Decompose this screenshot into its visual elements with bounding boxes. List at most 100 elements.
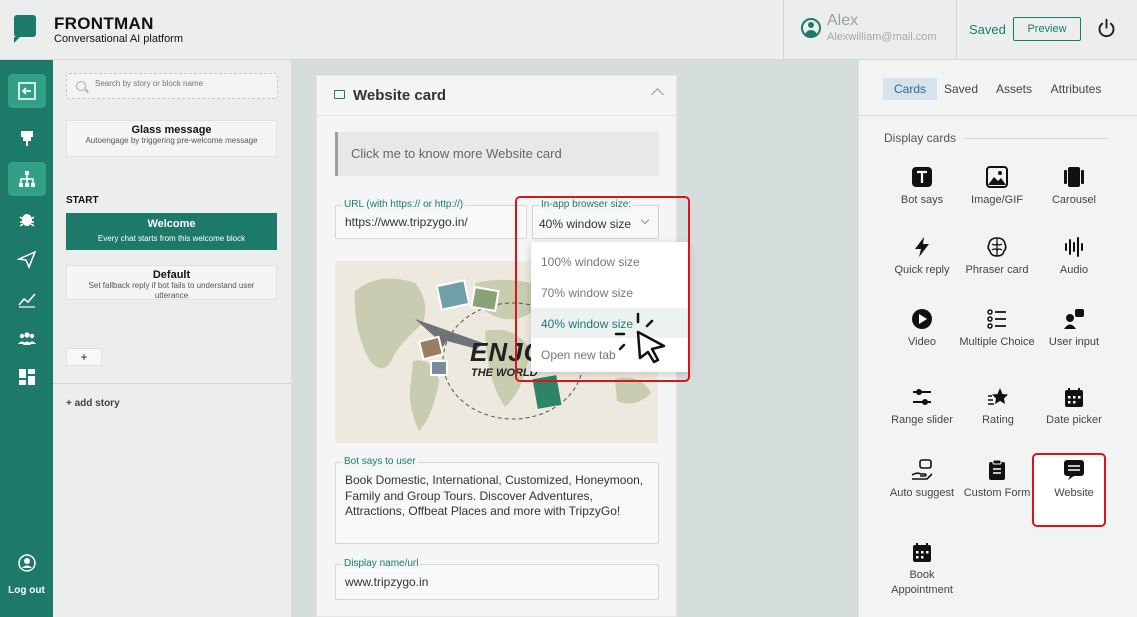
- users-icon[interactable]: [8, 322, 46, 356]
- divider: [963, 138, 1109, 139]
- url-field[interactable]: URL (with https:// or http://) https://w…: [335, 199, 527, 239]
- card-carousel[interactable]: Carousel: [1036, 166, 1112, 208]
- brand-tagline: Conversational AI platform: [54, 33, 184, 45]
- display-name-value: www.tripzygo.in: [345, 575, 429, 589]
- dropdown-option[interactable]: 70% window size: [531, 277, 689, 307]
- chat-icon: [334, 90, 345, 99]
- card-header: Website card: [317, 76, 676, 116]
- story-search[interactable]: [66, 73, 278, 99]
- hand-icon: [911, 459, 933, 480]
- star-icon: [988, 388, 1008, 405]
- tab-attributes[interactable]: Attributes: [1046, 78, 1106, 100]
- preview-button[interactable]: Preview: [1013, 17, 1081, 41]
- card-bot-says[interactable]: Bot says: [884, 166, 960, 208]
- play-icon: [912, 309, 932, 329]
- user-name: Alex: [827, 12, 859, 29]
- card-label: Bot says: [900, 194, 944, 206]
- tabs-bar: Cards Saved Assets Attributes: [859, 60, 1137, 116]
- image-icon: [986, 166, 1008, 188]
- tab-saved[interactable]: Saved: [941, 78, 981, 100]
- dashboard-icon[interactable]: [8, 360, 46, 394]
- appointment-icon: [913, 543, 931, 562]
- card-label: Website: [1054, 487, 1094, 499]
- divider: [956, 0, 957, 59]
- card-phraser[interactable]: Phraser card: [959, 236, 1035, 278]
- add-block-button[interactable]: +: [66, 348, 102, 366]
- card-quick-reply[interactable]: Quick reply: [884, 236, 960, 278]
- tab-assets[interactable]: Assets: [992, 78, 1036, 100]
- section-label: Display cards: [884, 131, 957, 145]
- hierarchy-icon[interactable]: [8, 162, 46, 196]
- glass-message-block[interactable]: Glass message Autoengage by triggering p…: [66, 120, 277, 157]
- chevron-up-icon[interactable]: [651, 88, 664, 101]
- click-cursor-icon: [614, 312, 666, 364]
- card-multiple-choice[interactable]: Multiple Choice: [959, 308, 1035, 350]
- send-icon[interactable]: [8, 242, 46, 276]
- card-audio[interactable]: Audio: [1036, 236, 1112, 278]
- start-label: START: [66, 195, 99, 206]
- user-avatar-icon[interactable]: [801, 18, 821, 38]
- card-label: Book Appointment: [891, 569, 953, 596]
- block-subtitle: Autoengage by triggering pre-welcome mes…: [85, 136, 258, 145]
- card-label: Quick reply: [894, 264, 950, 276]
- card-date-picker[interactable]: Date picker: [1036, 386, 1112, 428]
- card-video[interactable]: Video: [884, 308, 960, 350]
- card-rating[interactable]: Rating: [960, 386, 1036, 428]
- lightning-icon: [915, 237, 929, 257]
- website-icon: [1064, 460, 1084, 480]
- card-label: Auto suggest: [889, 487, 955, 499]
- card-label: Custom Form: [963, 487, 1031, 499]
- form-icon: [989, 459, 1005, 480]
- text-icon: [912, 167, 932, 187]
- card-user-input[interactable]: User input: [1036, 308, 1112, 350]
- card-auto-suggest[interactable]: Auto suggest: [884, 459, 960, 501]
- card-label: Audio: [1059, 264, 1089, 276]
- left-rail: Log out: [0, 60, 53, 617]
- card-custom-form[interactable]: Custom Form: [959, 459, 1035, 501]
- brain-icon: [987, 237, 1007, 257]
- save-status: Saved: [969, 22, 1006, 37]
- bug-icon[interactable]: [8, 202, 46, 236]
- dropdown-option[interactable]: 100% window size: [531, 246, 689, 276]
- card-label: Rating: [982, 414, 1014, 426]
- add-story-link[interactable]: + add story: [66, 398, 120, 409]
- bot-says-field[interactable]: Bot says to user Book Domestic, Internat…: [335, 456, 659, 544]
- pin-icon[interactable]: [8, 121, 46, 155]
- card-title: Website card: [353, 87, 447, 104]
- welcome-block[interactable]: Welcome Every chat starts from this welc…: [66, 213, 277, 250]
- block-title: Welcome: [147, 218, 196, 230]
- collapse-icon[interactable]: [8, 74, 46, 108]
- carousel-icon: [1064, 167, 1084, 187]
- card-label: Image/GIF: [971, 194, 1023, 206]
- card-range-slider[interactable]: Range slider: [884, 386, 960, 428]
- block-title: Glass message: [131, 124, 212, 136]
- logout-label[interactable]: Log out: [0, 585, 53, 596]
- story-search-input[interactable]: [95, 79, 275, 88]
- card-book-appointment[interactable]: Book Appointment: [884, 541, 960, 598]
- block-title: Default: [152, 269, 191, 281]
- card-website[interactable]: Website: [1036, 459, 1112, 501]
- default-block[interactable]: Default Set fallback reply if bot fails …: [66, 265, 277, 300]
- user-input-icon: [1064, 309, 1084, 329]
- card-label: Date picker: [1046, 414, 1102, 426]
- story-panel: Glass message Autoengage by triggering p…: [53, 60, 292, 617]
- card-label: Carousel: [1051, 194, 1097, 206]
- card-message-field[interactable]: Click me to know more Website card: [335, 132, 659, 176]
- image-caption-world: THE WORLD: [471, 367, 538, 379]
- display-name-legend: Display name/url: [342, 558, 421, 569]
- analytics-icon[interactable]: [8, 282, 46, 316]
- top-bar: FRONTMAN Conversational AI platform Alex…: [0, 0, 1137, 60]
- card-label: User input: [1048, 336, 1100, 348]
- card-label: Range slider: [891, 414, 953, 426]
- divider: [53, 383, 292, 384]
- url-legend: URL (with https:// or http://): [342, 199, 466, 210]
- card-image-gif[interactable]: Image/GIF: [959, 166, 1035, 208]
- display-name-field[interactable]: Display name/url www.tripzygo.in: [335, 558, 659, 600]
- search-icon: [76, 81, 86, 91]
- power-icon[interactable]: [1096, 18, 1117, 39]
- url-value: https://www.tripzygo.in/: [345, 215, 468, 229]
- logout-icon[interactable]: [17, 553, 37, 573]
- chevron-down-icon: [640, 215, 650, 225]
- browser-size-select[interactable]: In-app browser size: 40% window size: [532, 199, 659, 239]
- tab-cards[interactable]: Cards: [883, 78, 937, 100]
